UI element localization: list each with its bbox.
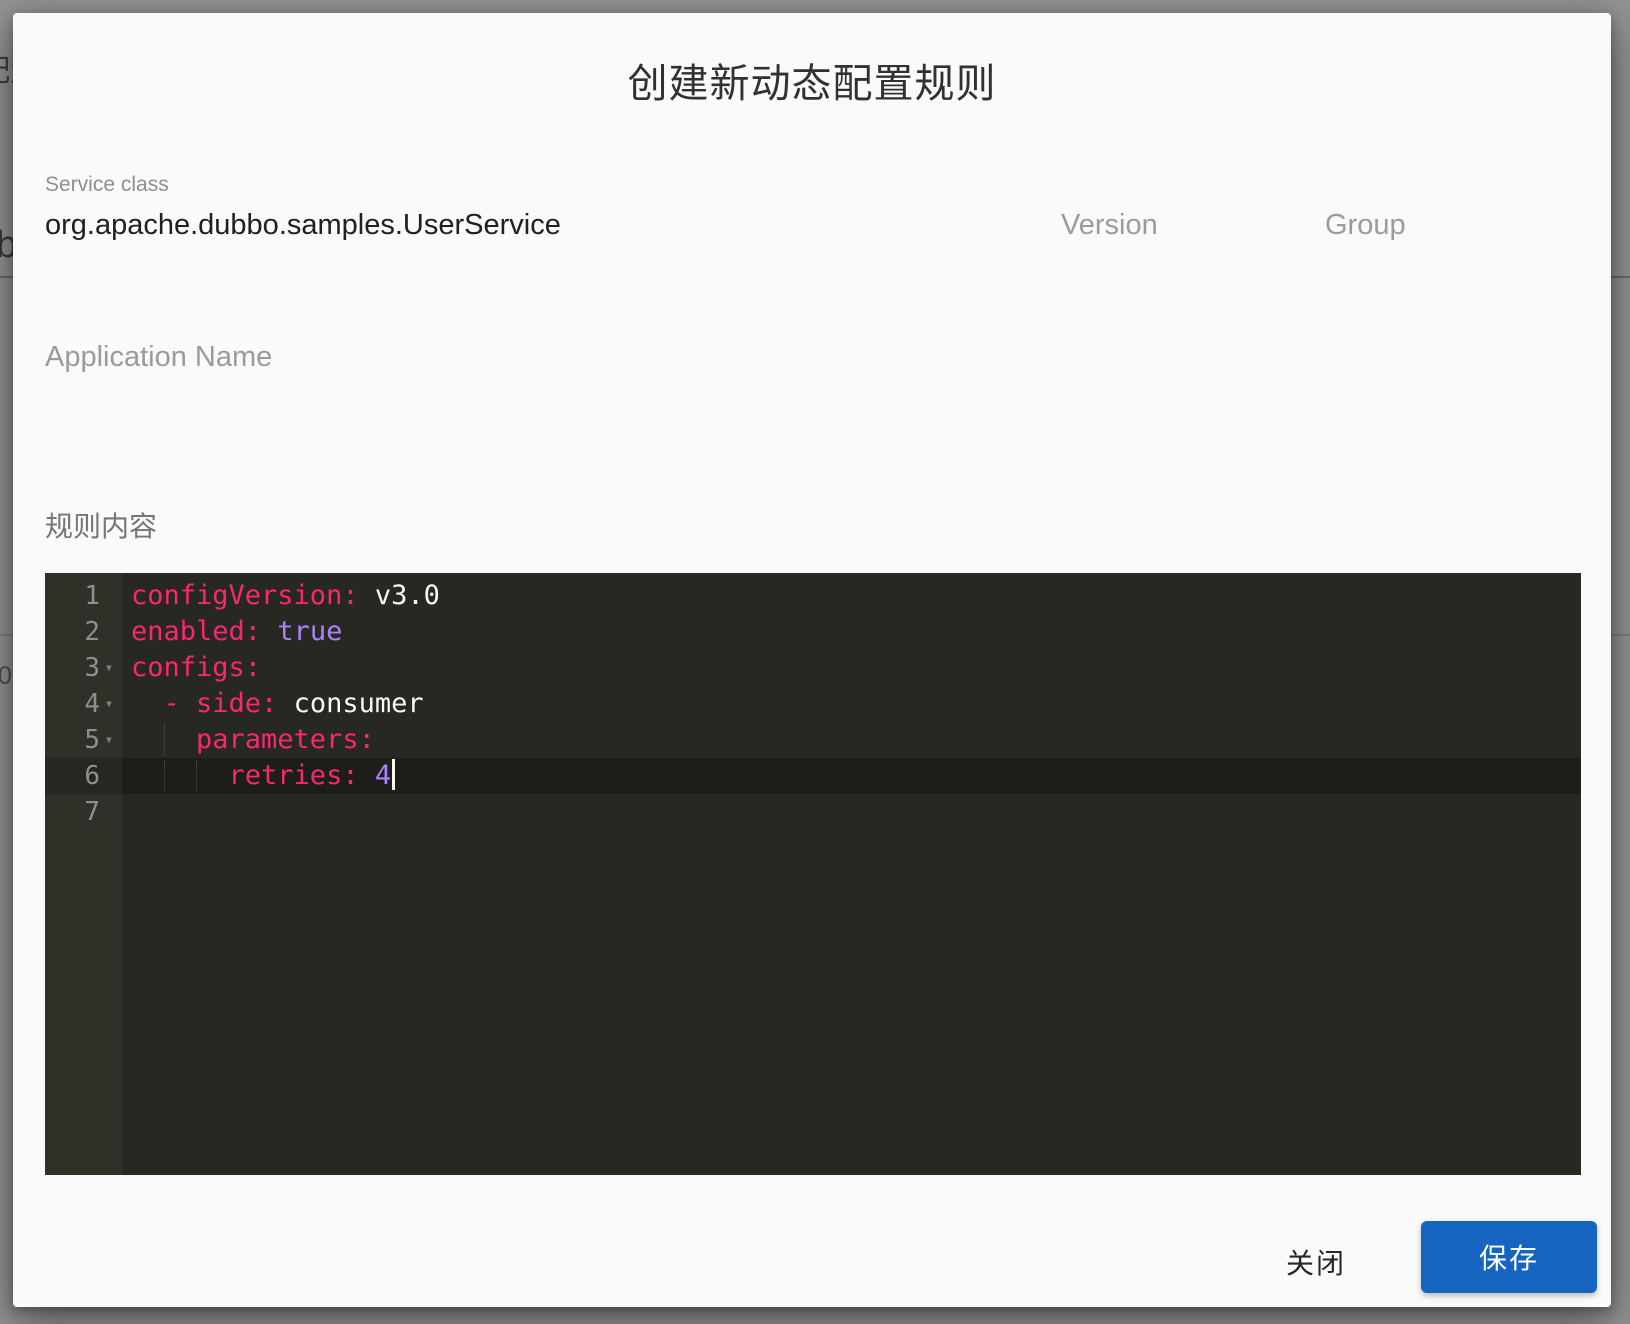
indent-guide [196, 760, 198, 792]
code-token: v3.0 [358, 580, 440, 611]
code-token: 4 [374, 760, 392, 791]
line-number: 7 [84, 797, 100, 827]
code-token: parameters: [131, 724, 375, 755]
line-number: 1 [84, 581, 100, 611]
code-token: enabled: [131, 616, 262, 647]
code-token: configs: [131, 652, 262, 683]
indent-guide [163, 724, 165, 756]
editor-line[interactable]: 1 configVersion: v3.0 [45, 578, 1581, 614]
save-button[interactable]: 保存 [1421, 1221, 1597, 1293]
line-number: 3 ▾ [45, 650, 122, 686]
line-number: 4 ▾ [45, 686, 122, 722]
code-token: - side: [131, 688, 278, 719]
create-rule-dialog: 创建新动态配置规则 Service class 规则内容 1 configVers… [13, 13, 1611, 1307]
line-number: 6 [45, 758, 122, 794]
yaml-code-editor[interactable]: 1 configVersion: v3.0 2 enabled: true 3 ▾ conf… [45, 573, 1581, 1175]
code-token: consumer [277, 688, 424, 719]
fold-arrow-icon[interactable]: ▾ [100, 650, 118, 686]
editor-line[interactable]: 7 [45, 794, 1581, 830]
service-class-label: Service class [45, 173, 169, 196]
code-line-content: enabled: true [122, 614, 1581, 650]
editor-line[interactable]: 3 ▾ configs: [45, 650, 1581, 686]
close-button[interactable]: 关闭 [1256, 1231, 1376, 1293]
code-line-content: configs: [122, 650, 1581, 686]
editor-line[interactable]: 6 retries: 4 [45, 758, 1581, 794]
code-token: configVersion: [131, 580, 359, 611]
code-token: retries: [131, 760, 359, 791]
code-line-content: retries: 4 [122, 758, 1581, 794]
rule-content-label: 规则内容 [45, 511, 158, 542]
dialog-title: 创建新动态配置规则 [627, 62, 997, 106]
line-number: 2 [84, 617, 100, 647]
version-input[interactable] [1061, 209, 1317, 252]
text-cursor [392, 759, 396, 790]
fold-arrow-icon[interactable]: ▾ [100, 722, 118, 758]
indent-guide [163, 760, 165, 792]
code-line-content: parameters: [122, 722, 1581, 758]
editor-line[interactable]: 2 enabled: true [45, 614, 1581, 650]
application-name-input[interactable] [45, 341, 1582, 384]
editor-line[interactable]: 4 ▾ - side: consumer [45, 686, 1581, 722]
editor-line[interactable]: 5 ▾ parameters: [45, 722, 1581, 758]
group-input[interactable] [1325, 209, 1582, 252]
code-line-content: configVersion: v3.0 [122, 578, 1581, 614]
service-class-input[interactable] [45, 209, 1053, 252]
code-line-content: - side: consumer [122, 686, 1581, 722]
editor-lines: 1 configVersion: v3.0 2 enabled: true 3 ▾ conf… [45, 578, 1581, 830]
code-line-content [122, 794, 1581, 830]
code-token: true [277, 616, 343, 647]
fold-arrow-icon[interactable]: ▾ [100, 686, 118, 722]
line-number: 5 ▾ [45, 722, 122, 758]
